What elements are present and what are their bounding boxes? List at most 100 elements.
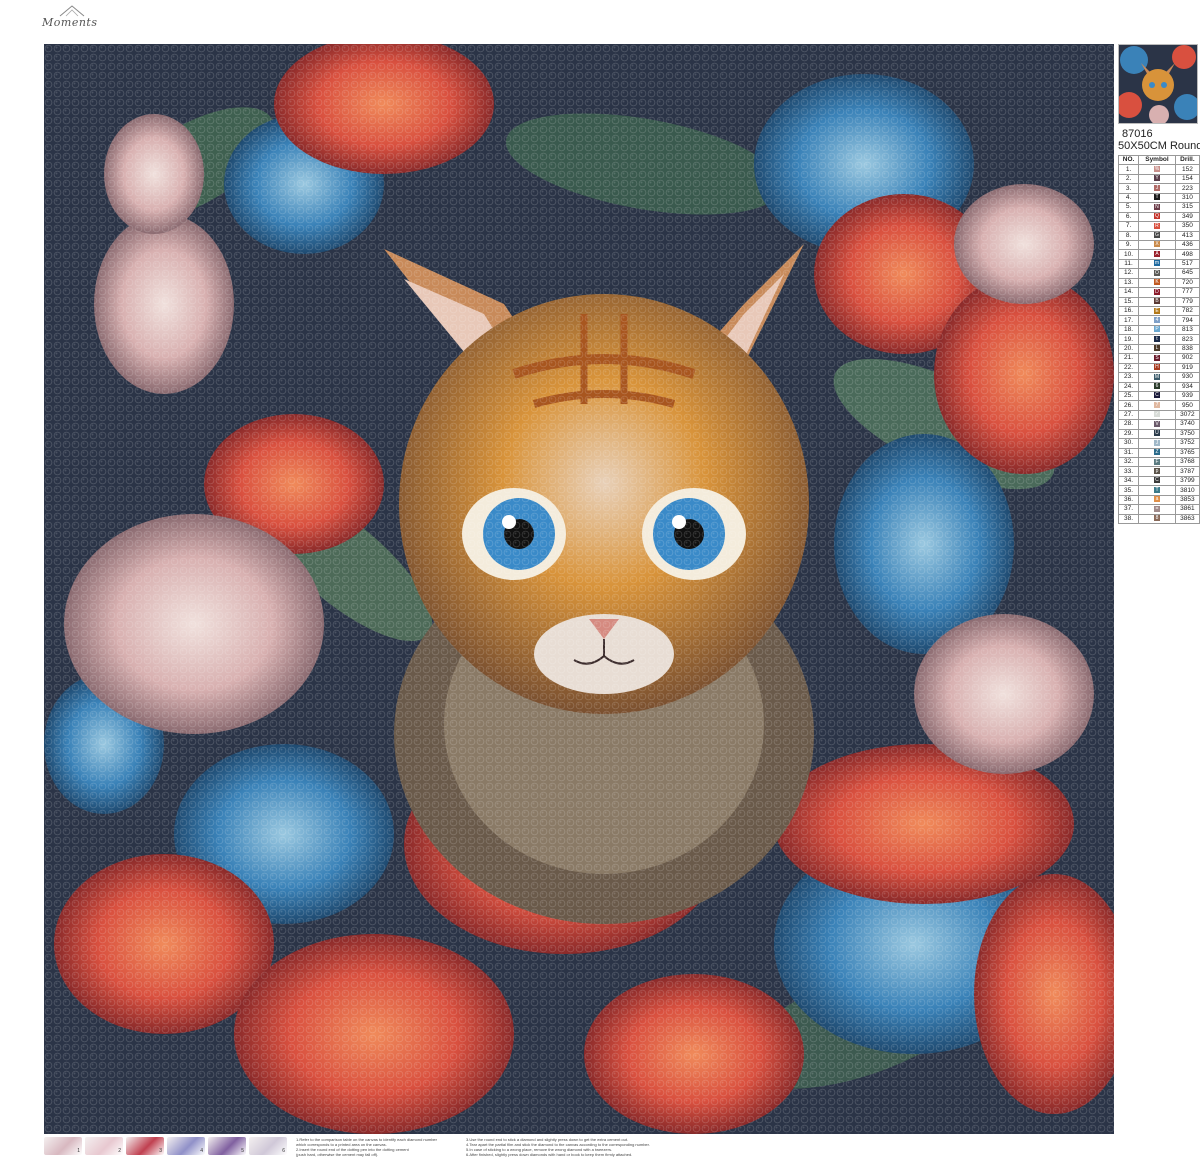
legend-symbol: U (1153, 430, 1160, 437)
legend-drill: 315 (1174, 202, 1200, 213)
legend-symbol: N (1153, 203, 1160, 210)
legend-drill: 782 (1174, 305, 1200, 317)
legend-no: 27. (1117, 409, 1140, 421)
instructions-column-1: 1.Refer to the comparison table on the c… (296, 1137, 437, 1157)
legend-symbol-cell: D (1138, 287, 1176, 298)
instruction-line: (push hard, otherwise the cement may fal… (296, 1152, 379, 1157)
legend-header-no: NO. (1117, 154, 1140, 166)
legend-symbol-cell: E (1138, 305, 1176, 317)
legend-no: 12. (1117, 268, 1140, 279)
cat-floral-artwork (44, 44, 1114, 1134)
legend-header-symbol: Symbol (1138, 154, 1176, 166)
legend-symbol-cell: m (1138, 258, 1176, 270)
legend-symbol-cell: K (1138, 277, 1176, 289)
product-code: 87016 (1122, 128, 1153, 140)
legend-symbol-cell: J (1138, 183, 1176, 194)
legend-no: 16. (1117, 305, 1140, 317)
legend-symbol-cell: 7 (1138, 400, 1176, 411)
legend-symbol: ✓ (1153, 411, 1160, 418)
legend-symbol: M (1153, 373, 1160, 380)
legend-symbol: 6 (1153, 383, 1160, 389)
legend-drill: 436 (1174, 239, 1200, 251)
legend-row: 2. Y 154 (1117, 173, 1200, 185)
legend-symbol-cell: A (1138, 249, 1176, 260)
legend-drill: 813 (1174, 324, 1200, 336)
step-number: 3 (159, 1148, 162, 1154)
legend-row: 7. R 350 (1117, 221, 1200, 232)
legend-symbol: G (1153, 232, 1160, 238)
legend-drill: 779 (1174, 296, 1200, 308)
legend-row: 15. B 779 (1117, 296, 1200, 308)
legend-row: 24. 6 934 (1117, 381, 1200, 392)
legend-drill: 223 (1174, 183, 1200, 194)
step-thumbnail: 2 (85, 1137, 123, 1155)
legend-no: 7. (1117, 221, 1140, 232)
legend-row: 25. C 939 (1117, 390, 1200, 402)
legend-symbol-cell: O (1138, 268, 1176, 279)
instructions-column-2: 3.Use the round end to stick a diamond a… (466, 1137, 650, 1157)
legend-symbol: R (1153, 222, 1160, 229)
legend-drill: 777 (1174, 287, 1200, 298)
legend-drill: 720 (1174, 277, 1200, 289)
legend-row: 20. L 838 (1117, 343, 1200, 355)
legend-drill: 939 (1174, 390, 1200, 402)
legend-drill: 3765 (1174, 447, 1200, 459)
legend-drill: 498 (1174, 249, 1200, 260)
legend-symbol: Y (1153, 175, 1160, 182)
legend-symbol-cell: H (1138, 362, 1176, 374)
legend-symbol: B (1153, 298, 1160, 305)
legend-panel: 87016 50X50CM Round NO. Symbol Drill. 1.… (1117, 44, 1200, 525)
preview-thumbnail (1118, 44, 1198, 124)
legend-drill: 3861 (1174, 504, 1200, 515)
legend-symbol: K (1153, 279, 1160, 286)
legend-symbol: 8 (1153, 515, 1160, 522)
legend-symbol-cell: Z (1138, 447, 1176, 459)
legend-no: 2. (1117, 173, 1140, 185)
legend-row: 32. F 3768 (1117, 456, 1200, 468)
legend-symbol: Q (1153, 213, 1160, 220)
legend-drill: 934 (1174, 381, 1200, 392)
legend-drill: 3072 (1174, 409, 1200, 421)
legend-symbol-cell: C (1138, 390, 1176, 402)
legend-symbol-cell: ✓ (1138, 409, 1176, 421)
legend-drill: 3752 (1174, 438, 1200, 449)
legend-no: 35. (1117, 485, 1140, 496)
legend-symbol-cell: C (1138, 475, 1176, 487)
legend-symbol: T (1153, 194, 1160, 201)
legend-drill: 930 (1174, 372, 1200, 383)
legend-no: 18. (1117, 324, 1140, 336)
legend-drill: 902 (1174, 353, 1200, 364)
legend-row: 29. U 3750 (1117, 428, 1200, 440)
legend-symbol: X (1153, 241, 1160, 248)
legend-symbol-cell: p (1138, 466, 1176, 477)
legend-symbol-cell: U (1138, 428, 1176, 440)
legend-row: 37. = 3861 (1117, 504, 1200, 515)
legend-symbol-cell: = (1138, 504, 1176, 515)
step-thumbnail: 1 (44, 1137, 82, 1155)
legend-no: 33. (1117, 466, 1140, 477)
legend-no: 14. (1117, 287, 1140, 298)
legend-row: 18. P 813 (1117, 324, 1200, 336)
legend-symbol-cell: 4 (1138, 315, 1176, 326)
legend-drill: 517 (1174, 258, 1200, 270)
legend-no: 8. (1117, 230, 1140, 241)
legend-drill: 794 (1174, 315, 1200, 326)
legend-no: 13. (1117, 277, 1140, 289)
product-size: 50X50CM Round (1118, 140, 1200, 152)
legend-no: 26. (1117, 400, 1140, 411)
legend-row: 3. J 223 (1117, 183, 1200, 194)
legend-symbol-cell: Y (1138, 173, 1176, 185)
legend-symbol-cell: a (1138, 494, 1176, 506)
legend-no: 22. (1117, 362, 1140, 374)
legend-row: 27. ✓ 3072 (1117, 409, 1200, 421)
legend-drill: 413 (1174, 230, 1200, 241)
instruction-line: 6.After finished, slightly press down di… (466, 1152, 633, 1157)
legend-drill: 3740 (1174, 419, 1200, 430)
legend-symbol-cell: G (1138, 230, 1176, 241)
legend-symbol: % (1153, 165, 1160, 172)
legend-row: 10. A 498 (1117, 249, 1200, 260)
legend-symbol: a (1153, 496, 1160, 503)
legend-symbol: O (1153, 269, 1160, 276)
legend-drill: 950 (1174, 400, 1200, 411)
legend-symbol-cell: L (1138, 343, 1176, 355)
